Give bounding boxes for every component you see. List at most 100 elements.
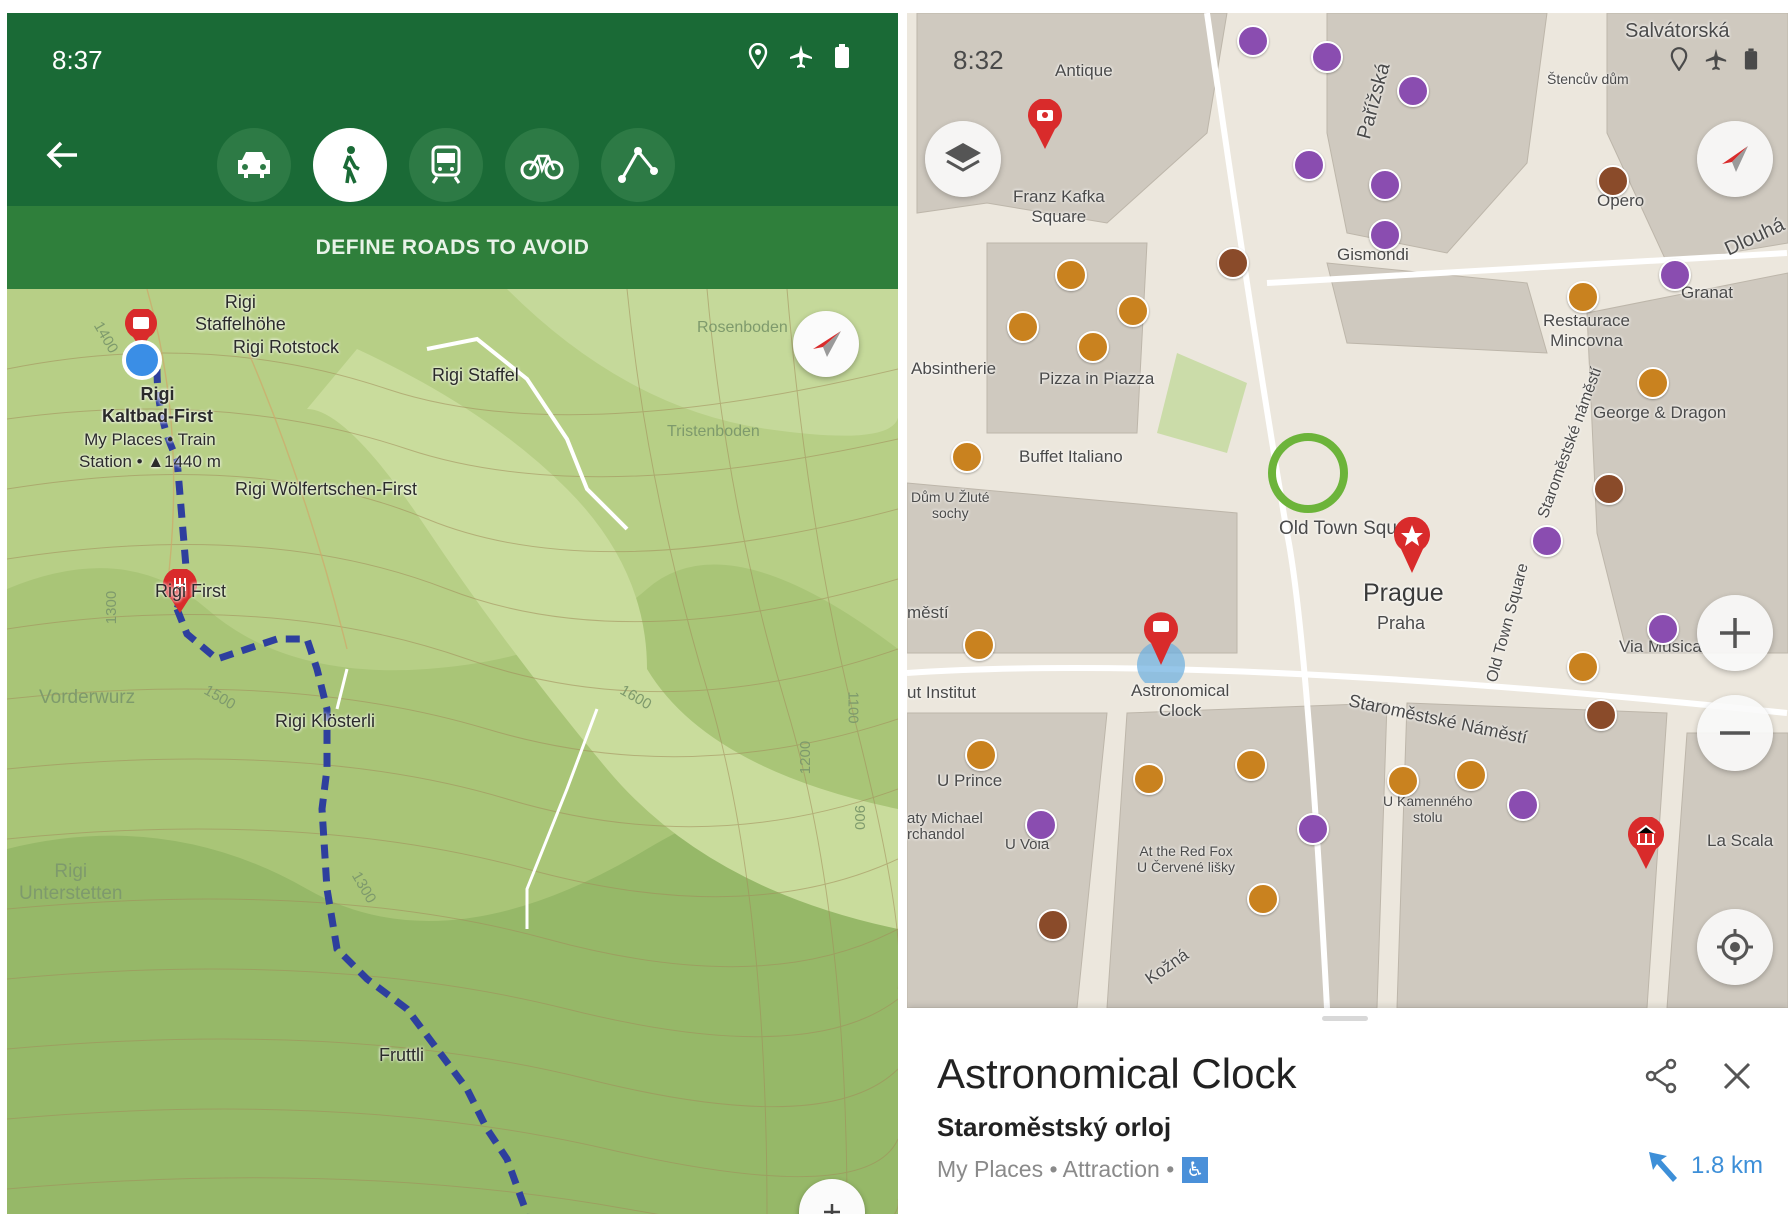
map-label-first: Rigi First <box>155 581 226 601</box>
shop-poi-icon[interactable] <box>1531 525 1563 557</box>
camera-marker-icon[interactable] <box>1027 98 1063 154</box>
direction-arrow-icon <box>1649 1152 1677 1182</box>
shop-poi-icon[interactable] <box>1397 75 1429 107</box>
mode-car-button[interactable] <box>217 128 291 202</box>
compass-button[interactable] <box>1697 121 1773 197</box>
map-label-unterstetten: Rigi Unterstetten <box>19 861 123 904</box>
restaurant-poi-icon[interactable] <box>1637 367 1669 399</box>
arrow-left-icon <box>46 141 77 169</box>
close-icon <box>1723 1062 1751 1090</box>
museum-poi-icon[interactable] <box>1585 699 1617 731</box>
shop-poi-icon[interactable] <box>1369 219 1401 251</box>
restaurant-poi-icon[interactable] <box>951 441 983 473</box>
place-detail-sheet[interactable]: Astronomical Clock Staroměstský orloj My… <box>907 1008 1788 1214</box>
mode-walk-button[interactable] <box>313 128 387 202</box>
mode-bicycle-button[interactable] <box>505 128 579 202</box>
status-icons <box>1670 47 1758 71</box>
shop-poi-icon[interactable] <box>1507 789 1539 821</box>
close-button[interactable] <box>1717 1056 1757 1096</box>
map-label-kamenneho: U Kamenného stolu <box>1383 793 1473 825</box>
right-screen: 8:32 Salvátorská Štencův dům Antique Pař… <box>907 13 1788 1214</box>
battery-icon <box>1744 48 1758 70</box>
map-label-u-prince: U Prince <box>937 771 1003 790</box>
layers-button[interactable] <box>925 121 1001 197</box>
shop-poi-icon[interactable] <box>1369 169 1401 201</box>
map-label-kaltbad: Rigi Kaltbad-First <box>102 384 214 426</box>
sheet-drag-handle[interactable] <box>1322 1016 1368 1021</box>
define-roads-to-avoid-button[interactable]: DEFINE ROADS TO AVOID <box>7 206 898 289</box>
map-label-red-fox: At the Red Fox U Červené lišky <box>1137 843 1236 875</box>
restaurant-poi-icon[interactable] <box>1247 883 1279 915</box>
status-time: 8:32 <box>953 45 1004 75</box>
my-location-button[interactable] <box>1697 909 1773 985</box>
minus-icon <box>1720 731 1750 735</box>
transport-mode-selector <box>217 128 675 202</box>
restaurant-poi-icon[interactable] <box>963 629 995 661</box>
navigation-header: 8:37 <box>7 13 898 206</box>
shop-poi-icon[interactable] <box>1297 813 1329 845</box>
airplane-icon <box>1705 48 1727 71</box>
contour-label: 1300 <box>103 590 121 625</box>
city-map[interactable]: 8:32 Salvátorská Štencův dům Antique Pař… <box>907 13 1788 1009</box>
restaurant-poi-icon[interactable] <box>1007 311 1039 343</box>
place-title: Astronomical Clock <box>937 1050 1297 1097</box>
map-label-buffet: Buffet Italiano <box>1019 447 1123 466</box>
compass-icon <box>813 331 841 357</box>
restaurant-poi-icon[interactable] <box>1133 763 1165 795</box>
shop-poi-icon[interactable] <box>1293 149 1325 181</box>
share-button[interactable] <box>1641 1056 1681 1096</box>
restaurant-poi-icon[interactable] <box>1077 331 1109 363</box>
distance-indicator[interactable]: 1.8 km <box>1645 1148 1763 1184</box>
airplane-icon <box>790 45 812 68</box>
compass-button[interactable] <box>793 311 859 377</box>
plus-icon <box>1720 618 1750 648</box>
map-label-tristenboden: Tristenboden <box>667 423 760 440</box>
status-bar: 8:37 <box>7 13 898 103</box>
restaurant-poi-icon[interactable] <box>1055 259 1087 291</box>
topo-map-graphics <box>7 288 898 1214</box>
shop-poi-icon[interactable] <box>1237 25 1269 57</box>
status-time: 8:37 <box>52 45 103 75</box>
restaurant-poi-icon[interactable] <box>1235 749 1267 781</box>
restaurant-poi-icon[interactable] <box>965 739 997 771</box>
topographic-map[interactable]: Rigi Staffelhöhe Rigi Rotstock Rigi Staf… <box>7 288 898 1214</box>
map-label-granat: Granat <box>1681 283 1733 302</box>
restaurant-poi-icon[interactable] <box>1117 295 1149 327</box>
bicycle-icon <box>520 154 564 180</box>
shop-poi-icon[interactable] <box>1025 809 1057 841</box>
map-label-rosenboden: Rosenboden <box>697 319 788 336</box>
share-icon <box>1645 1058 1677 1094</box>
mode-route-planner-button[interactable] <box>601 128 675 202</box>
map-label-absintherie: Absintherie <box>911 359 997 378</box>
shop-poi-icon[interactable] <box>1647 613 1679 645</box>
walk-icon <box>342 146 360 184</box>
zoom-in-button[interactable] <box>1697 595 1773 671</box>
map-label-dum-u-zlute: Dům U Žluté sochy <box>911 489 990 521</box>
contour-label: 1100 <box>844 691 862 724</box>
museum-poi-icon[interactable] <box>1037 909 1069 941</box>
map-label-michael: aty Michael rchandol <box>907 810 983 843</box>
church-poi-icon[interactable] <box>1217 247 1249 279</box>
selected-location-marker-icon[interactable] <box>1133 603 1189 689</box>
restaurant-poi-icon[interactable] <box>1567 281 1599 313</box>
map-label-klosterli: Rigi Klösterli <box>275 711 376 731</box>
back-button[interactable] <box>41 133 85 177</box>
map-label-vorderwurz: Vorderwurz <box>39 687 136 708</box>
restaurant-poi-icon[interactable] <box>1567 651 1599 683</box>
restaurant-poi-icon[interactable] <box>1387 765 1419 797</box>
mode-transit-button[interactable] <box>409 128 483 202</box>
map-label-prague: Prague <box>1363 579 1444 607</box>
capital-star-marker-icon[interactable] <box>1393 516 1431 578</box>
wheelchair-icon: ♿ <box>1182 1156 1209 1183</box>
map-label-kaltbad-meta: My Places • Train Station • ▲1440 m <box>79 430 221 471</box>
shop-poi-icon[interactable] <box>1311 41 1343 73</box>
zoom-out-button[interactable] <box>1697 695 1773 771</box>
museum-poi-icon[interactable] <box>1593 473 1625 505</box>
museum-marker-icon[interactable] <box>1627 816 1665 874</box>
layers-icon <box>945 143 981 172</box>
attraction-poi-icon[interactable] <box>1597 165 1629 197</box>
place-meta: My Places • Attraction • ♿ <box>937 1156 1209 1183</box>
train-icon <box>431 145 461 184</box>
restaurant-poi-icon[interactable] <box>1455 759 1487 791</box>
shop-poi-icon[interactable] <box>1659 259 1691 291</box>
